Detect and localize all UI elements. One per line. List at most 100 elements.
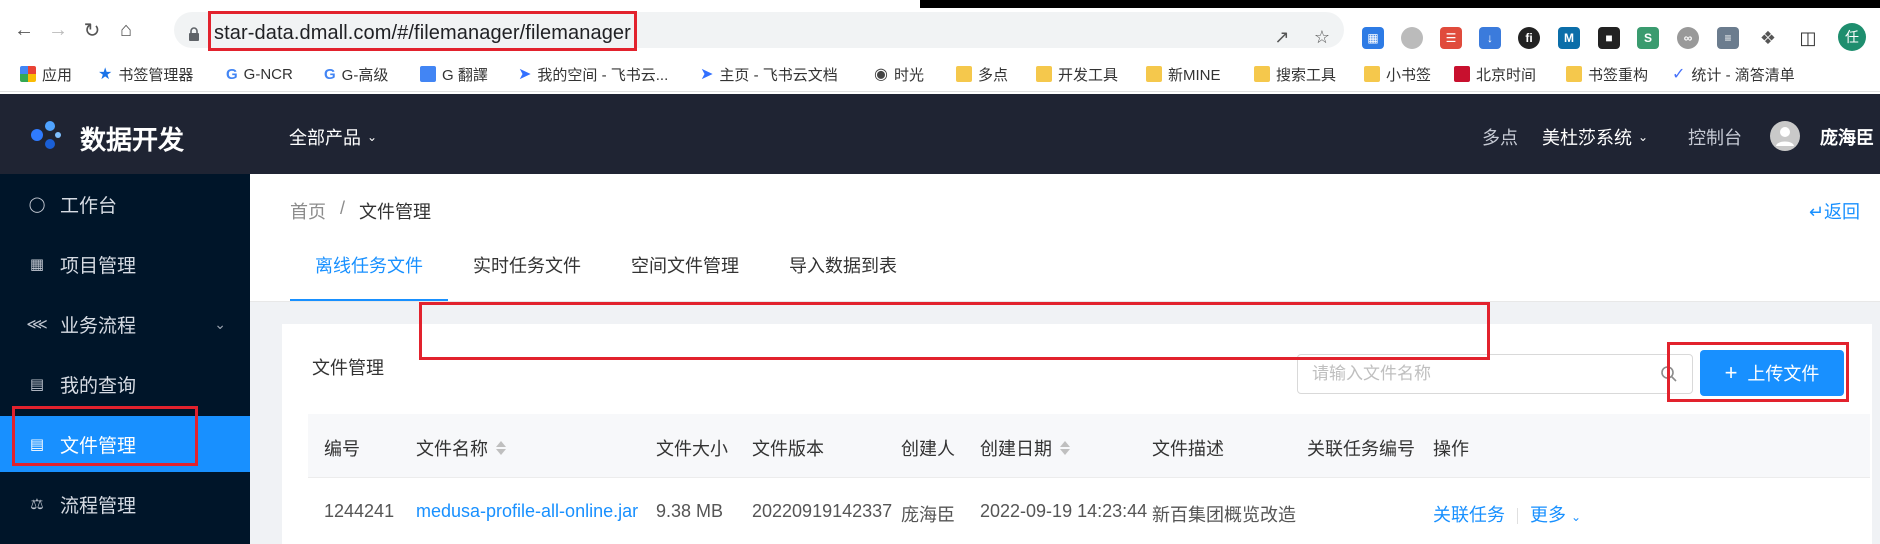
bookmark-star-icon[interactable]: ☆: [1312, 27, 1332, 47]
duodian-link[interactable]: 多点: [1482, 124, 1518, 150]
search-input[interactable]: [1312, 363, 1642, 385]
page-header: 首页 / 文件管理 ↵返回 离线任务文件 实时任务文件 空间文件管理 导入数据到…: [250, 174, 1880, 302]
bookmark-item[interactable]: G 翻譯: [420, 64, 488, 84]
bookmark-item[interactable]: ★ 书签管理器: [98, 64, 193, 84]
bookmark-label: G-NCR: [243, 65, 293, 83]
bookmark-label: 开发工具: [1058, 66, 1119, 84]
back-link[interactable]: ↵返回: [1809, 198, 1860, 224]
bookmark-item[interactable]: 开发工具: [1036, 64, 1118, 84]
reload-icon[interactable]: ↻: [78, 16, 106, 44]
extension-fi-icon[interactable]: fi: [1518, 27, 1540, 49]
bookmark-label: 北京时间: [1476, 66, 1537, 84]
extension-download-icon[interactable]: ↓: [1479, 27, 1501, 49]
chevron-down-icon: ⌄: [214, 315, 226, 332]
user-avatar[interactable]: [1770, 121, 1800, 151]
bookmark-label: 书签管理器: [118, 66, 194, 84]
profile-avatar[interactable]: 任: [1838, 23, 1866, 51]
extensions-puzzle-icon[interactable]: ❖: [1757, 27, 1779, 49]
sidebar-item-workbench[interactable]: ◯ 工作台: [0, 176, 250, 232]
sidebar-item-projects[interactable]: ▦ 项目管理: [0, 236, 250, 292]
bookmark-label: 书签重构: [1588, 66, 1649, 84]
bookmark-item[interactable]: 多点: [956, 64, 1008, 84]
bookmark-label: G 翻譯: [442, 66, 488, 84]
translate-icon: [420, 66, 436, 82]
more-dropdown[interactable]: 更多 ⌄: [1530, 505, 1581, 525]
extension-m-icon[interactable]: M: [1558, 27, 1580, 49]
feishu-icon: ➤: [518, 66, 532, 83]
column-header-sortable[interactable]: 创建日期: [980, 435, 1070, 461]
tab-realtime-task-files[interactable]: 实时任务文件: [448, 248, 606, 302]
feishu-icon: ➤: [700, 66, 714, 83]
bookmark-label: 小书签: [1386, 66, 1432, 84]
share-icon: ⋘: [26, 316, 48, 333]
sidebar-item-my-query[interactable]: ▤ 我的查询: [0, 356, 250, 412]
extension-translate-icon[interactable]: ∞: [1677, 27, 1699, 49]
extension-circle-icon[interactable]: [1401, 27, 1423, 49]
bookmark-item[interactable]: G G-NCR: [226, 64, 293, 84]
all-products-menu[interactable]: 全部产品 ⌄: [289, 124, 377, 150]
bookmark-item[interactable]: 新MINE: [1146, 64, 1221, 84]
tab-space-file-management[interactable]: 空间文件管理: [606, 248, 764, 302]
column-header: 文件大小: [656, 439, 728, 459]
link-task-button[interactable]: 关联任务: [1433, 505, 1505, 525]
bookmark-item[interactable]: 小书签: [1364, 64, 1431, 84]
sidebar-item-flow-management[interactable]: ⚖ 流程管理: [0, 476, 250, 532]
bookmark-label: 新MINE: [1168, 66, 1221, 84]
bookmark-item[interactable]: 搜索工具: [1254, 64, 1336, 84]
return-icon: ↵: [1808, 202, 1824, 222]
home-icon[interactable]: ⌂: [112, 16, 140, 44]
user-name[interactable]: 庞海臣: [1820, 124, 1874, 150]
extension-note-icon[interactable]: ☰: [1440, 27, 1462, 49]
column-header: 编号: [324, 439, 360, 459]
folder-icon: [1566, 66, 1582, 82]
extension-badge-icon[interactable]: ■: [1598, 27, 1620, 49]
bookmark-label: 应用: [42, 66, 73, 84]
bookmark-label: G-高级: [341, 66, 389, 84]
browser-toolbar: ← → ↻ ⌂ star-data.dmall.com/#/filemanage…: [0, 8, 1880, 52]
breadcrumb-home[interactable]: 首页: [290, 198, 326, 224]
chevron-down-icon: ⌄: [1638, 130, 1649, 144]
bookmark-item[interactable]: ✓ 统计 - 滴答清单: [1672, 64, 1795, 84]
query-icon: ▤: [29, 376, 45, 393]
sidebar-item-business-flow[interactable]: ⋘ 业务流程 ⌄: [0, 296, 250, 352]
bookmark-item[interactable]: ➤ 主页 - 飞书云文档: [700, 64, 838, 84]
cell-file-name-link[interactable]: medusa-profile-all-online.jar: [416, 501, 638, 522]
more-label: 更多: [1530, 505, 1566, 525]
sort-icon[interactable]: [496, 441, 506, 455]
sort-icon[interactable]: [1060, 441, 1070, 455]
tab-import-data-to-table[interactable]: 导入数据到表: [764, 248, 922, 302]
google-icon: G: [324, 65, 336, 83]
breadcrumb: 首页 / 文件管理: [290, 198, 431, 224]
column-header: 文件版本: [752, 439, 824, 459]
sidebar-highlight-box: [12, 406, 198, 466]
extension-list-icon[interactable]: ≡: [1717, 27, 1739, 49]
folder-icon: [1036, 66, 1052, 82]
bookmark-item[interactable]: 书签重构: [1566, 64, 1648, 84]
bookmark-item[interactable]: G G-高级: [324, 64, 388, 84]
bookmark-item[interactable]: 北京时间: [1454, 64, 1536, 84]
column-header-sortable[interactable]: 文件名称: [416, 435, 506, 461]
back-label: 返回: [1824, 202, 1860, 222]
cell-created-date: 2022-09-19 14:23:44: [980, 501, 1148, 521]
bookmark-item[interactable]: ◉ 时光: [874, 64, 924, 84]
dashboard-icon: ◯: [28, 196, 46, 213]
bookmark-item[interactable]: 应用: [20, 64, 72, 84]
extension-s-icon[interactable]: S: [1637, 27, 1659, 49]
share-icon[interactable]: ↗: [1272, 27, 1292, 47]
sidepanel-icon[interactable]: ◫: [1797, 27, 1819, 49]
column-label: 创建日期: [980, 439, 1052, 459]
system-select[interactable]: 美杜莎系统 ⌄: [1542, 124, 1648, 150]
search-field[interactable]: [1297, 354, 1693, 394]
console-link[interactable]: 控制台: [1688, 124, 1742, 150]
app-header: 数据开发 全部产品 ⌄ 多点 美杜莎系统 ⌄ 控制台 庞海臣: [0, 94, 1880, 174]
table-header: 编号 文件名称 文件大小 文件版本 创建人 创建日期 文件描述 关联任务编号 操…: [308, 414, 1870, 478]
back-arrow-icon[interactable]: ←: [10, 16, 38, 44]
window-top-strip: [0, 0, 1880, 8]
forward-arrow-icon[interactable]: →: [44, 16, 72, 44]
extension-grid-icon[interactable]: ▦: [1362, 27, 1384, 49]
system-select-label: 美杜莎系统: [1542, 128, 1632, 148]
bookmark-item[interactable]: ➤ 我的空间 - 飞书云...: [518, 64, 668, 84]
bookmark-label: 统计 - 滴答清单: [1691, 66, 1795, 84]
bookmark-label: 时光: [893, 66, 924, 84]
tab-offline-task-files[interactable]: 离线任务文件: [290, 248, 448, 302]
